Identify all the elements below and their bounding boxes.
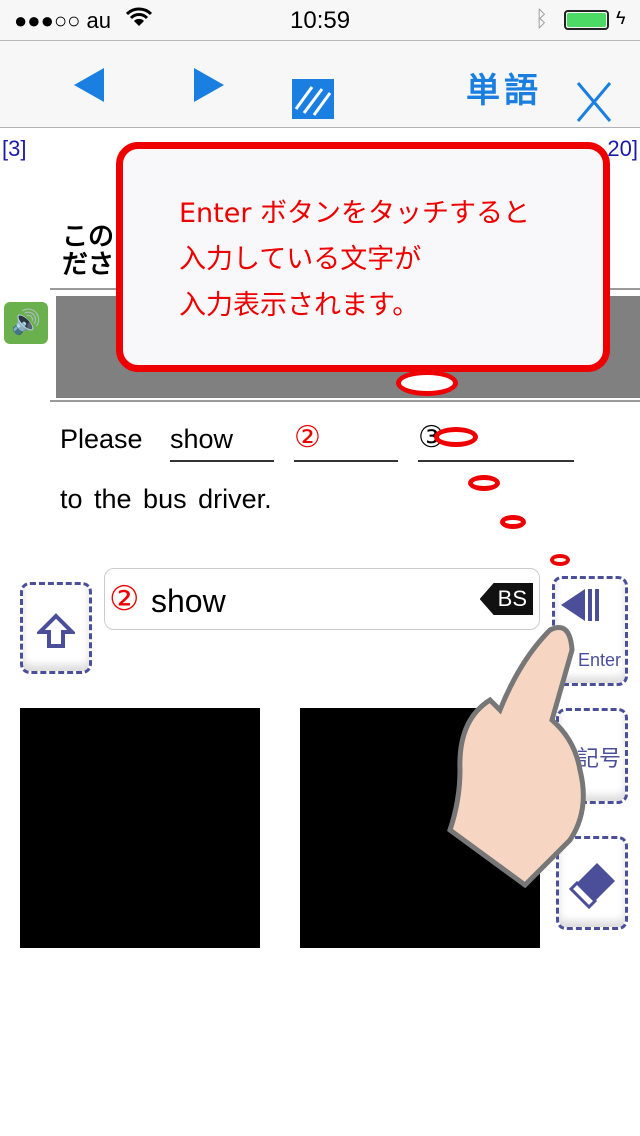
progress-counter: 20] (607, 136, 638, 161)
choice-image-1[interactable] (20, 708, 260, 948)
speaker-icon[interactable]: 🔊 (4, 302, 48, 344)
tooltip-line: Enter ボタンをタッチすると (179, 198, 531, 229)
pattern-button[interactable] (292, 79, 334, 119)
question-number: [3] (2, 136, 27, 161)
tooltip-line: 入力している文字が (179, 244, 422, 275)
tooltip-text: Enter ボタンをタッチすると 入力している文字が 入力表示されます。 (179, 191, 530, 329)
tooltip-line: 入力表示されます。 (179, 290, 420, 321)
clock: 10:59 (290, 7, 351, 34)
blank-1[interactable]: show (170, 424, 274, 462)
thought-bubble (500, 515, 526, 529)
pointing-hand-icon (447, 625, 586, 889)
thought-bubble (434, 427, 478, 447)
question-text: この ださ (62, 222, 114, 278)
thought-bubble (550, 554, 570, 566)
tooltip-balloon: Enter ボタンをタッチすると 入力している文字が 入力表示されます。 (116, 142, 610, 372)
carrier-signal: ●●●○○ au (14, 8, 112, 33)
word-button[interactable]: 単語 (466, 63, 542, 112)
thought-bubble (468, 475, 500, 491)
wifi-icon (125, 6, 153, 34)
divider (50, 400, 640, 402)
battery-icon (564, 10, 609, 30)
thought-bubble (396, 370, 458, 396)
shift-button[interactable] (20, 582, 92, 674)
input-value: show (151, 583, 226, 619)
next-button[interactable] (194, 68, 224, 102)
sentence-line-2: to the bus driver. (60, 484, 272, 514)
charging-icon: ϟ (616, 8, 626, 28)
question-line: ださ (62, 249, 115, 279)
sentence-word: Please (60, 424, 143, 454)
blank-2[interactable]: ② (294, 420, 398, 462)
bluetooth-icon: ᛒ (535, 6, 549, 31)
question-line: この (62, 221, 115, 251)
toolbar: 単語 (0, 40, 640, 128)
input-marker: ② (109, 580, 140, 618)
status-bar: ●●●○○ au 10:59 ᛒ ϟ (0, 0, 640, 40)
arrow-up-icon (37, 613, 75, 648)
prev-button[interactable] (74, 68, 104, 102)
close-button[interactable] (576, 81, 612, 123)
